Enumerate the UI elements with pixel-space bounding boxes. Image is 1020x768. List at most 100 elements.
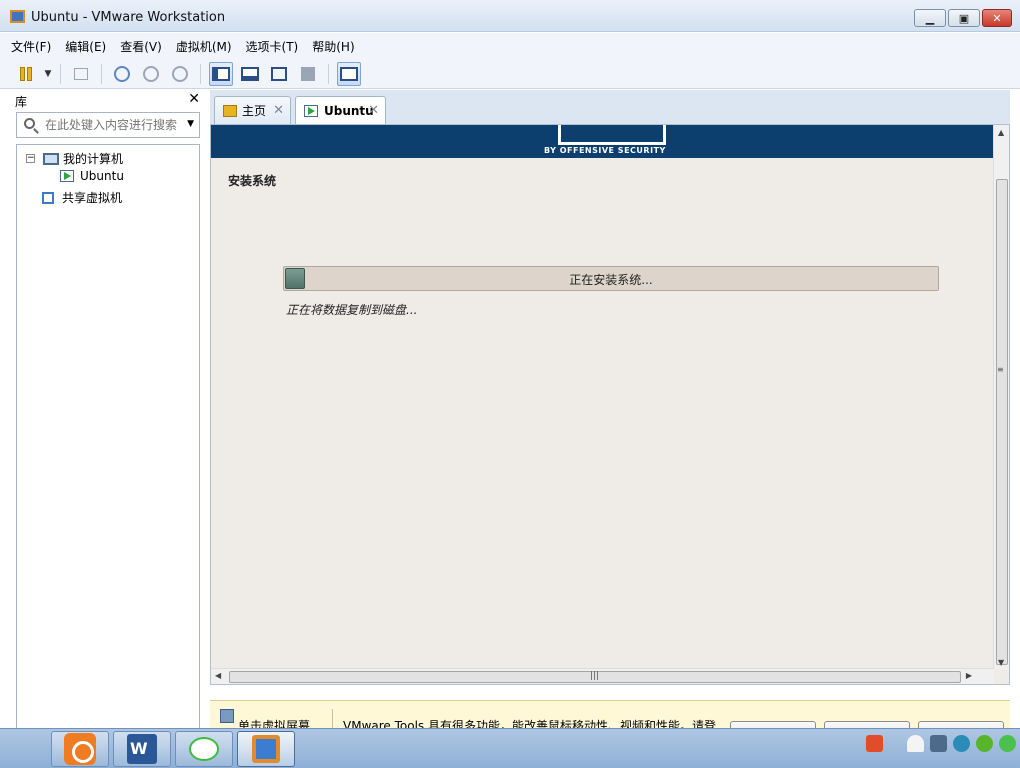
snapshot-take-icon bbox=[114, 65, 130, 82]
fullscreen-button[interactable] bbox=[267, 62, 291, 86]
tree-item-my-computer[interactable]: − 我的计算机 bbox=[26, 150, 123, 167]
taskbar-vmware[interactable] bbox=[237, 731, 295, 767]
taskbar-wechat[interactable] bbox=[175, 731, 233, 767]
horizontal-scrollbar[interactable]: ◀ ||| ▶ bbox=[211, 668, 994, 684]
menu-file[interactable]: 文件(F) bbox=[11, 38, 51, 55]
tab-home[interactable]: 主页 ✕ bbox=[214, 96, 291, 124]
unity-icon bbox=[301, 66, 315, 81]
snapshot-revert-icon bbox=[143, 65, 159, 82]
computer-icon bbox=[43, 152, 59, 165]
uc-browser-icon bbox=[64, 733, 96, 765]
device-icon[interactable] bbox=[930, 735, 947, 752]
tab-home-close-button[interactable]: ✕ bbox=[273, 103, 284, 118]
scroll-right-icon[interactable]: ▶ bbox=[966, 671, 972, 680]
tab-ubuntu-close-button[interactable]: ✕ bbox=[368, 103, 379, 118]
hint-click-screen: 单击虚拟屏幕 bbox=[238, 719, 311, 728]
install-status-text: 正在将数据复制到磁盘... bbox=[286, 303, 418, 317]
scroll-left-icon[interactable]: ◀ bbox=[215, 671, 221, 680]
install-progress-bar: 正在安装系统... bbox=[283, 266, 939, 291]
vertical-scrollbar[interactable]: ▲ ≡ ▼ bbox=[993, 125, 1009, 670]
toolbar-separator bbox=[328, 63, 329, 84]
sogou-ime-icon[interactable] bbox=[866, 735, 883, 752]
notification-bell-icon[interactable] bbox=[907, 735, 924, 752]
hint-tools-message: VMware Tools 具有很多功能，能改善鼠标移动性、视频和性能。请登 bbox=[343, 719, 716, 728]
tree-label-shared: 共享虚拟机 bbox=[62, 191, 123, 205]
grip-icon: ||| bbox=[590, 671, 600, 681]
library-search: ▼ bbox=[16, 112, 200, 138]
tab-ubuntu[interactable]: Ubuntu ✕ bbox=[295, 96, 386, 125]
vm-console[interactable]: BY OFFENSIVE SECURITY 安装系统 正在安装系统... 正在将… bbox=[210, 124, 1010, 685]
system-tray bbox=[866, 735, 1020, 752]
menu-bar: 文件(F) 编辑(E) 查看(V) 虚拟机(M) 选项卡(T) 帮助(H) bbox=[0, 33, 1020, 59]
window-title: Ubuntu - VMware Workstation bbox=[31, 10, 226, 25]
tree-label-ubuntu: Ubuntu bbox=[80, 169, 124, 183]
library-tree: − 我的计算机 Ubuntu 共享虚拟机 bbox=[16, 144, 200, 730]
library-close-button[interactable]: ✕ bbox=[188, 91, 200, 107]
tab-strip: 主页 ✕ Ubuntu ✕ bbox=[210, 90, 1010, 125]
vertical-scroll-thumb[interactable] bbox=[996, 179, 1008, 665]
vm-running-icon bbox=[60, 170, 74, 182]
stretch-button[interactable] bbox=[337, 61, 361, 86]
unity-button[interactable] bbox=[296, 62, 320, 86]
toolbar-separator bbox=[200, 63, 201, 84]
taskbar-uc-browser[interactable] bbox=[51, 731, 109, 767]
network-icon bbox=[74, 67, 88, 80]
minimize-button[interactable]: ▁ bbox=[914, 9, 946, 27]
close-button[interactable]: ✕ bbox=[982, 9, 1012, 27]
search-icon bbox=[24, 118, 35, 129]
snapshot-manager-button[interactable] bbox=[168, 62, 192, 86]
snapshot-revert-button[interactable] bbox=[139, 62, 163, 86]
console-view-button[interactable] bbox=[209, 61, 233, 86]
window-controls: ▁ ▣ ✕ bbox=[914, 9, 1012, 27]
start-button[interactable] bbox=[4, 733, 44, 765]
tree-item-shared-vms[interactable]: 共享虚拟机 bbox=[42, 189, 122, 206]
vmware-tools-hint-bar: 单击虚拟屏幕 VMware Tools 具有很多功能，能改善鼠标移动性、视频和性… bbox=[210, 700, 1010, 728]
word-icon: W bbox=[127, 734, 157, 764]
vm-running-icon bbox=[304, 105, 318, 117]
console-view-icon bbox=[212, 66, 230, 81]
hint-button-1[interactable] bbox=[730, 721, 816, 728]
thumbnail-view-button[interactable] bbox=[238, 62, 262, 86]
snapshot-manager-icon bbox=[172, 65, 188, 82]
horizontal-scroll-thumb[interactable]: ||| bbox=[229, 671, 961, 683]
grip-icon: ≡ bbox=[997, 365, 1004, 374]
menu-edit[interactable]: 编辑(E) bbox=[65, 38, 106, 55]
library-search-input[interactable] bbox=[45, 117, 183, 133]
menu-view[interactable]: 查看(V) bbox=[120, 38, 162, 55]
taskbar-word[interactable]: W bbox=[113, 731, 171, 767]
menu-tabs[interactable]: 选项卡(T) bbox=[246, 38, 299, 55]
menu-help[interactable]: 帮助(H) bbox=[312, 38, 354, 55]
collapse-icon[interactable]: − bbox=[26, 154, 35, 163]
toolbar-separator bbox=[60, 63, 61, 84]
stretch-icon bbox=[340, 66, 358, 81]
vmware-app-icon bbox=[10, 10, 25, 23]
pause-button[interactable] bbox=[14, 62, 38, 86]
chevron-down-icon[interactable]: ▼ bbox=[187, 119, 194, 129]
kali-banner: BY OFFENSIVE SECURITY bbox=[211, 125, 994, 158]
title-bar: Ubuntu - VMware Workstation ▁ ▣ ✕ bbox=[0, 0, 1020, 32]
scroll-down-icon[interactable]: ▼ bbox=[998, 658, 1004, 667]
security-plus-icon[interactable] bbox=[976, 735, 993, 752]
tab-home-label: 主页 bbox=[242, 104, 267, 118]
screen-click-icon bbox=[220, 709, 234, 723]
network-button[interactable] bbox=[69, 62, 93, 86]
menu-vm[interactable]: 虚拟机(M) bbox=[176, 38, 232, 55]
tree-item-ubuntu[interactable]: Ubuntu bbox=[60, 169, 124, 183]
snapshot-take-button[interactable] bbox=[110, 62, 134, 86]
fullscreen-icon bbox=[271, 66, 287, 81]
installer-section-title: 安装系统 bbox=[228, 174, 277, 188]
progress-label: 正在安装系统... bbox=[569, 273, 653, 287]
power-dropdown-button[interactable]: ▼ bbox=[43, 62, 55, 86]
wechat-icon bbox=[189, 737, 219, 761]
sync-icon[interactable] bbox=[953, 735, 970, 752]
hint-separator bbox=[332, 709, 333, 728]
maximize-button[interactable]: ▣ bbox=[948, 9, 980, 27]
banner-tagline: BY OFFENSIVE SECURITY bbox=[544, 146, 666, 155]
wechat-tray-icon[interactable] bbox=[999, 735, 1016, 752]
thumbnail-view-icon bbox=[241, 66, 259, 81]
hint-button-3[interactable] bbox=[918, 721, 1004, 728]
library-title: 库 bbox=[15, 95, 28, 109]
hint-button-2[interactable] bbox=[824, 721, 910, 728]
vmware-icon bbox=[252, 735, 280, 763]
scroll-up-icon[interactable]: ▲ bbox=[998, 128, 1004, 137]
